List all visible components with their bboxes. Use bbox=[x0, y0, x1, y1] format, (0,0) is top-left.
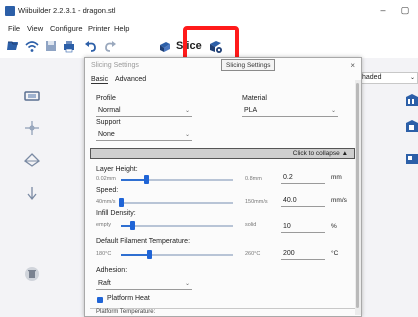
rotate-icon[interactable] bbox=[23, 152, 41, 168]
layer-height-slider[interactable] bbox=[143, 175, 149, 184]
chevron-down-icon: ⌄ bbox=[184, 281, 190, 287]
dialog-title: Slicing Settings bbox=[91, 62, 139, 69]
collapse-bar[interactable]: Click to collapse ▲ bbox=[90, 148, 355, 159]
material-select[interactable]: PLA ⌄ bbox=[242, 106, 338, 117]
infill-input[interactable]: 10 bbox=[281, 222, 325, 233]
chevron-down-icon: ⌄ bbox=[184, 132, 190, 138]
close-button[interactable]: × bbox=[350, 61, 355, 70]
down-arrow-icon[interactable] bbox=[23, 185, 41, 201]
save-icon[interactable] bbox=[44, 39, 58, 53]
layer-height-label: Layer Height: bbox=[96, 166, 138, 173]
speed-unit: mm/s bbox=[331, 197, 347, 204]
filament-temp-fill bbox=[121, 254, 149, 256]
menu-view[interactable]: View bbox=[27, 24, 43, 33]
speed-track bbox=[121, 202, 233, 204]
app-logo-icon bbox=[5, 6, 15, 16]
wifi-icon[interactable] bbox=[25, 39, 39, 53]
adhesion-select[interactable]: Raft ⌄ bbox=[96, 279, 192, 290]
view-top-icon[interactable] bbox=[404, 150, 418, 166]
infill-slider[interactable] bbox=[130, 221, 136, 230]
tab-basic[interactable]: Basic bbox=[91, 76, 109, 84]
chevron-down-icon: ⌄ bbox=[330, 108, 336, 114]
layer-height-max: 0.8mm bbox=[245, 176, 262, 182]
layer-height-unit: mm bbox=[331, 174, 342, 181]
infill-track bbox=[121, 225, 233, 227]
chevron-down-icon: ⌄ bbox=[184, 108, 190, 114]
dialog-scroll-thumb[interactable] bbox=[356, 83, 359, 308]
window-title: Wiibuilder 2.2.3.1 - dragon.stl bbox=[18, 6, 116, 15]
menu-file[interactable]: File bbox=[8, 24, 20, 33]
undo-icon[interactable] bbox=[84, 39, 98, 53]
move-tool-icon[interactable] bbox=[23, 88, 41, 104]
speed-label: Speed: bbox=[96, 187, 119, 194]
minimize-button[interactable]: – bbox=[376, 3, 390, 17]
platform-heat-checkbox[interactable] bbox=[97, 297, 103, 303]
material-label: Material bbox=[242, 95, 267, 102]
filament-temp-max: 260°C bbox=[245, 251, 261, 257]
slicing-settings-dialog: Slicing Settings Slicing Settings × Basi… bbox=[84, 57, 362, 317]
adhesion-label: Adhesion: bbox=[96, 267, 128, 274]
tab-advanced[interactable]: Advanced bbox=[115, 76, 146, 83]
speed-min: 40mm/s bbox=[96, 199, 116, 205]
chevron-down-icon: ⌄ bbox=[409, 75, 415, 81]
menu-configure[interactable]: Configure bbox=[50, 24, 83, 33]
collapse-label: Click to collapse ▲ bbox=[292, 150, 348, 157]
support-select[interactable]: None ⌄ bbox=[96, 130, 192, 141]
view-mode-select[interactable]: haded ⌄ bbox=[358, 72, 418, 84]
delete-icon[interactable] bbox=[23, 266, 41, 282]
speed-slider[interactable] bbox=[119, 198, 124, 207]
platform-heat-label: Platform Heat bbox=[107, 295, 150, 302]
infill-max: solid bbox=[245, 222, 257, 228]
speed-input[interactable]: 40.0 bbox=[281, 196, 325, 207]
view-front-icon[interactable] bbox=[404, 92, 418, 108]
filament-temp-input[interactable]: 200 bbox=[281, 249, 325, 260]
filament-temp-slider[interactable] bbox=[147, 250, 152, 259]
platform-temp-section: Platform Temperature: bbox=[90, 308, 355, 316]
filament-temp-label: Default Filament Temperature: bbox=[96, 238, 191, 245]
filament-temp-min: 180°C bbox=[96, 251, 112, 257]
infill-min: empty bbox=[96, 222, 111, 228]
app-window: Wiibuilder 2.2.3.1 - dragon.stl – ▢ File… bbox=[0, 0, 418, 317]
tooltip: Slicing Settings bbox=[221, 59, 276, 71]
layer-height-min: 0.02mm bbox=[96, 176, 116, 182]
title-bar: Wiibuilder 2.2.3.1 - dragon.stl – ▢ bbox=[0, 0, 418, 22]
maximize-button[interactable]: ▢ bbox=[398, 3, 412, 17]
platform-temp-label: Platform Temperature: bbox=[96, 309, 156, 315]
infill-unit: % bbox=[331, 223, 337, 230]
profile-label: Profile bbox=[96, 95, 116, 102]
view-side-icon[interactable] bbox=[404, 118, 418, 134]
crosshair-icon[interactable] bbox=[23, 120, 41, 136]
menu-help[interactable]: Help bbox=[114, 24, 129, 33]
menu-printer[interactable]: Printer bbox=[88, 24, 110, 33]
print-icon[interactable] bbox=[62, 39, 76, 53]
open-icon[interactable] bbox=[6, 39, 20, 53]
filament-temp-unit: °C bbox=[331, 250, 339, 257]
slice-icon bbox=[160, 42, 170, 52]
layer-height-input[interactable]: 0.2 bbox=[281, 173, 325, 184]
speed-max: 150mm/s bbox=[245, 199, 268, 205]
layer-height-fill bbox=[121, 179, 146, 181]
profile-select[interactable]: Normal ⌄ bbox=[96, 106, 192, 117]
support-label: Support bbox=[96, 119, 121, 126]
infill-label: Infill Density: bbox=[96, 210, 136, 217]
redo-icon[interactable] bbox=[103, 39, 117, 53]
